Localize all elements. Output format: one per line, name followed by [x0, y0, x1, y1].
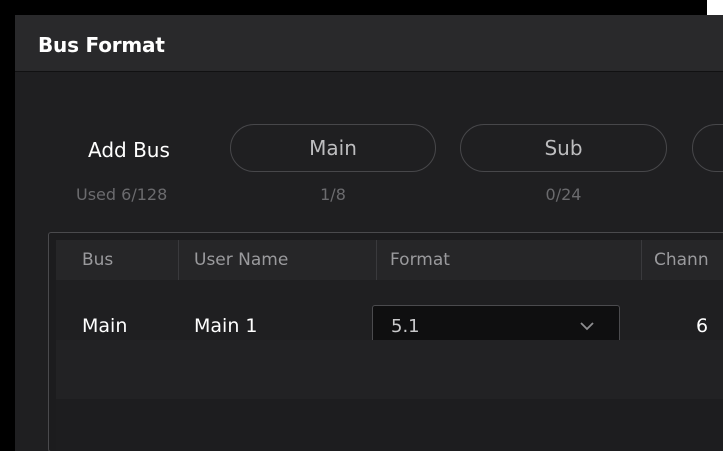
channels-cell: 6: [696, 315, 709, 337]
column-divider[interactable]: [641, 240, 642, 280]
add-bus-label: Add Bus: [88, 138, 170, 162]
column-header-format[interactable]: Format: [390, 240, 450, 280]
table-row-empty: [56, 340, 723, 399]
column-header-bus[interactable]: Bus: [82, 240, 113, 280]
add-more-bus-button[interactable]: [692, 124, 723, 172]
table-row[interactable]: Main Main 1 5.1 6: [56, 280, 723, 349]
add-sub-bus-button[interactable]: Sub: [460, 124, 667, 172]
column-header-user-name[interactable]: User Name: [194, 240, 288, 280]
chevron-down-icon: [580, 322, 594, 331]
dialog-title: Bus Format: [38, 33, 165, 57]
main-bus-count: 1/8: [320, 185, 346, 204]
column-divider[interactable]: [376, 240, 377, 280]
format-value: 5.1: [391, 316, 420, 337]
app-window: Bus Format Add Bus Used 6/128 Main 1/8 S…: [0, 0, 723, 451]
table-header: Bus User Name Format Chann: [56, 240, 723, 280]
table-row-empty: [56, 399, 723, 451]
add-main-bus-button[interactable]: Main: [230, 124, 436, 172]
column-header-channels[interactable]: Chann: [654, 240, 709, 280]
sub-bus-count: 0/24: [545, 185, 582, 204]
used-count: Used 6/128: [76, 185, 168, 204]
dialog-title-bar: Bus Format: [15, 15, 723, 72]
bus-table: Bus User Name Format Chann Main Main 1 5…: [56, 240, 723, 451]
user-name-cell[interactable]: Main 1: [194, 315, 258, 337]
bus-cell: Main: [82, 315, 128, 337]
column-divider[interactable]: [178, 240, 179, 280]
